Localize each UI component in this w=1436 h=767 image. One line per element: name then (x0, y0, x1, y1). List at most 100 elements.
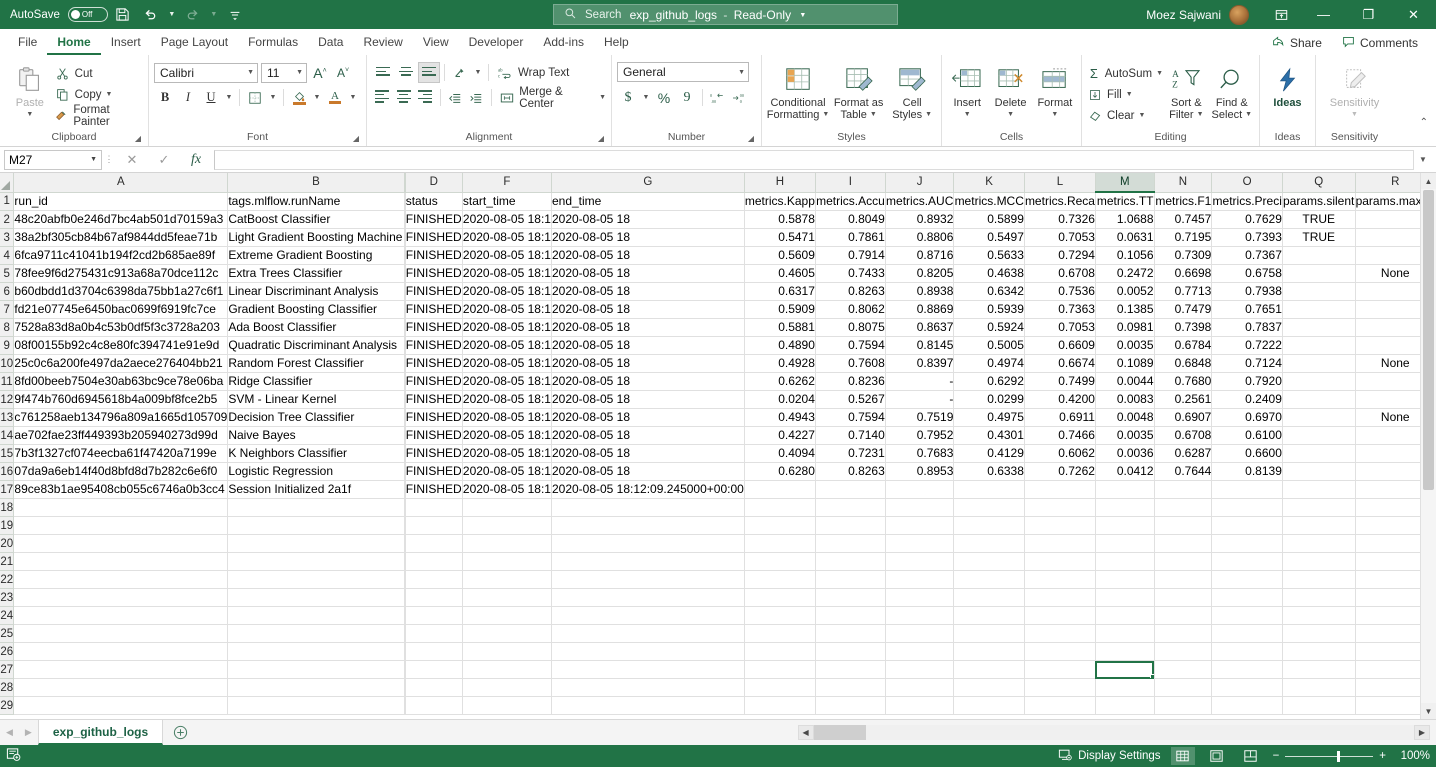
zoom-level[interactable]: 100% (1396, 750, 1430, 762)
currency-format-button[interactable]: $ (617, 87, 639, 108)
cell[interactable] (1095, 625, 1154, 643)
cell[interactable]: 0.4129 (954, 445, 1025, 463)
table-row[interactable]: 338a2bf305cb84b67af9844dd5feae71bLight G… (0, 229, 1436, 247)
cell[interactable] (885, 661, 954, 679)
cell[interactable]: 2020-08-05 18 (551, 319, 744, 337)
cell[interactable] (1154, 607, 1212, 625)
cell[interactable] (744, 481, 815, 499)
cell[interactable] (954, 607, 1025, 625)
cell[interactable] (815, 625, 885, 643)
cell[interactable] (954, 499, 1025, 517)
cell[interactable] (228, 553, 404, 571)
cell[interactable]: 0.6907 (1154, 409, 1212, 427)
cell[interactable]: 0.7938 (1212, 283, 1283, 301)
cell[interactable]: 0.4928 (744, 355, 815, 373)
cell[interactable]: - (885, 373, 954, 391)
normal-view-icon[interactable] (1171, 747, 1195, 765)
cell[interactable] (1095, 571, 1154, 589)
cell[interactable] (1154, 697, 1212, 715)
redo-icon[interactable] (180, 4, 206, 26)
row-header-19[interactable]: 19 (0, 517, 14, 535)
row-header-18[interactable]: 18 (0, 499, 14, 517)
cell[interactable] (954, 571, 1025, 589)
close-button[interactable]: ✕ (1391, 0, 1436, 29)
customize-quick-access-icon[interactable] (222, 4, 248, 26)
cell[interactable]: Naive Bayes (228, 427, 404, 445)
cell[interactable] (1282, 607, 1355, 625)
accessibility-checker-icon[interactable] (6, 747, 21, 765)
cell[interactable] (1154, 589, 1212, 607)
sensitivity-button[interactable]: Sensitivity ▼ (1324, 61, 1386, 121)
cell[interactable] (954, 625, 1025, 643)
cell[interactable] (1282, 589, 1355, 607)
cell[interactable]: ae702fae23ff449393b205940273d99d (14, 427, 228, 445)
cell[interactable] (1282, 265, 1355, 283)
save-icon[interactable] (110, 4, 136, 26)
cell[interactable]: 2020-08-05 18 (551, 463, 744, 481)
cell[interactable] (1282, 355, 1355, 373)
number-format-dropdown-icon[interactable]: ▼ (734, 69, 745, 76)
cell[interactable] (551, 643, 744, 661)
page-layout-view-icon[interactable] (1205, 747, 1229, 765)
cell[interactable]: 0.6758 (1212, 265, 1283, 283)
cell[interactable] (744, 697, 815, 715)
cell-styles-button[interactable]: Cell Styles ▼ (888, 61, 936, 121)
underline-dropdown-icon[interactable]: ▼ (223, 87, 235, 108)
cell[interactable]: end_time (551, 192, 744, 211)
cell[interactable] (815, 679, 885, 697)
cell[interactable] (462, 625, 551, 643)
undo-icon[interactable] (138, 4, 164, 26)
cell[interactable]: 48c20abfb0e246d7bc4ab501d70159a3 (14, 211, 228, 229)
column-header-F[interactable]: F (462, 173, 551, 192)
format-as-table-button[interactable]: Format as Table ▼ (831, 61, 886, 121)
ribbon-display-options-icon[interactable] (1261, 0, 1301, 29)
cell[interactable]: 2020-08-05 18 (551, 301, 744, 319)
cell[interactable]: metrics.Accu (815, 192, 885, 211)
name-box-dropdown-icon[interactable]: ▼ (90, 156, 97, 163)
cell[interactable] (1282, 661, 1355, 679)
tab-home[interactable]: Home (47, 30, 100, 55)
row-header-13[interactable]: 13 (0, 409, 14, 427)
cell[interactable]: 0.1089 (1095, 355, 1154, 373)
cell[interactable]: 2020-08-05 18:1 (462, 301, 551, 319)
borders-dropdown-icon[interactable]: ▼ (267, 87, 279, 108)
cell[interactable] (885, 553, 954, 571)
cancel-icon[interactable]: ✕ (116, 149, 148, 171)
cell[interactable]: 0.4975 (954, 409, 1025, 427)
font-name-dropdown-icon[interactable]: ▼ (243, 69, 254, 76)
fill-dropdown-icon[interactable]: ▼ (1126, 91, 1133, 98)
cell[interactable] (1212, 571, 1283, 589)
table-row[interactable]: 248c20abfb0e246d7bc4ab501d70159a3CatBoos… (0, 211, 1436, 229)
cell[interactable]: 2020-08-05 18:1 (462, 319, 551, 337)
cell[interactable]: 0.7222 (1212, 337, 1283, 355)
cell[interactable]: FINISHED (405, 427, 462, 445)
cell[interactable] (462, 517, 551, 535)
cell[interactable] (1282, 643, 1355, 661)
cell[interactable]: params.silent (1282, 192, 1355, 211)
user-name[interactable]: Moez Sajwani (1146, 8, 1229, 22)
redo-dropdown-icon[interactable]: ▼ (208, 11, 220, 18)
row-header-15[interactable]: 15 (0, 445, 14, 463)
cell[interactable] (14, 607, 228, 625)
cell[interactable]: 0.4605 (744, 265, 815, 283)
cell[interactable]: 0.5909 (744, 301, 815, 319)
cell[interactable]: 0.4301 (954, 427, 1025, 445)
comma-format-button[interactable]: 9 (676, 87, 698, 108)
cell[interactable] (1154, 481, 1212, 499)
confirm-icon[interactable]: ✓ (148, 149, 180, 171)
row-header-4[interactable]: 4 (0, 247, 14, 265)
cell[interactable]: FINISHED (405, 247, 462, 265)
cell[interactable]: 1.0688 (1095, 211, 1154, 229)
cell[interactable] (551, 571, 744, 589)
cell[interactable] (1212, 643, 1283, 661)
search-box[interactable]: Search (553, 4, 898, 25)
table-row[interactable]: 28 (0, 679, 1436, 697)
cell[interactable] (228, 607, 404, 625)
cell[interactable]: 0.6698 (1154, 265, 1212, 283)
cell[interactable]: 2020-08-05 18 (551, 391, 744, 409)
cell[interactable]: 0.7433 (815, 265, 885, 283)
column-header-M[interactable]: M (1095, 173, 1154, 192)
next-sheet-icon[interactable]: ▶ (25, 727, 32, 738)
cell[interactable] (744, 553, 815, 571)
cell[interactable] (1282, 517, 1355, 535)
